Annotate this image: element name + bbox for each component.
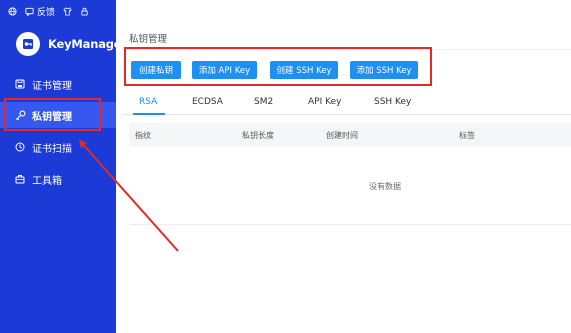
annotation-arrow bbox=[78, 139, 179, 252]
